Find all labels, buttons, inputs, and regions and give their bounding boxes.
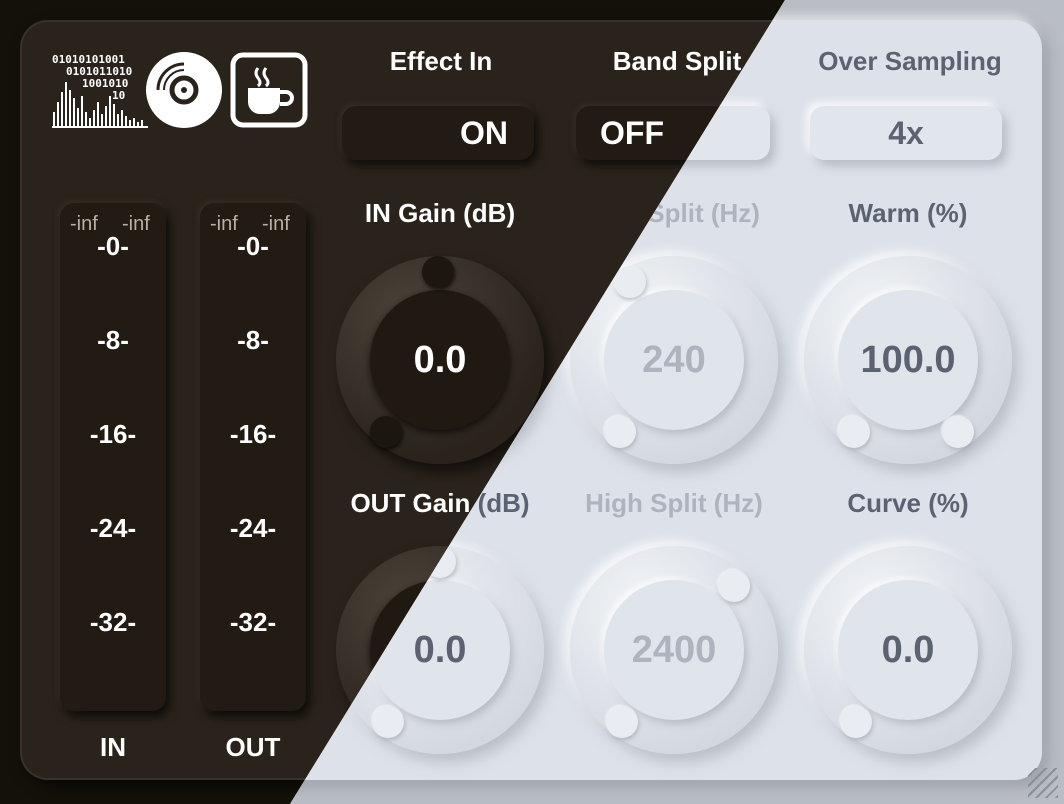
warm-knob[interactable]: 100.0 — [804, 256, 1012, 464]
warm-label: Warm (%) — [848, 198, 968, 228]
meter-tick: -8- — [237, 325, 269, 355]
curve-label: Curve (%) — [847, 488, 969, 518]
knob-indicator — [840, 706, 872, 738]
in-gain-knob[interactable]: 0.0 — [336, 256, 544, 464]
knob-min-marker — [604, 416, 636, 448]
meter-tick: -24- — [89, 513, 137, 543]
effect-in-label: Effect In — [389, 46, 493, 76]
curve-value: 0.0 — [881, 629, 935, 671]
knob-indicator — [718, 570, 750, 602]
meter-tick: -24- — [229, 513, 277, 543]
effect-in-value: ON — [460, 114, 508, 151]
in-meter: -inf -inf -0- -8- -16- -24- -32- — [60, 203, 166, 711]
curve-knob-core: 0.0 — [838, 580, 978, 720]
knob-min-marker — [606, 706, 638, 738]
over-sampling-value: 4x — [888, 114, 924, 151]
in-meter-label: IN — [100, 732, 126, 762]
low-split-knob-core: 240 — [604, 290, 744, 430]
high-split-value: 2400 — [631, 629, 717, 671]
in-gain-value: 0.0 — [413, 339, 467, 381]
band-split-value: OFF — [600, 114, 664, 151]
meter-tick: -32- — [229, 607, 277, 637]
high-split-knob-core: 2400 — [604, 580, 744, 720]
high-split-label: High Split (Hz) — [585, 488, 763, 518]
meter-tick: -0- — [237, 231, 269, 261]
resize-handle[interactable] — [1028, 768, 1058, 798]
knob-indicator — [614, 266, 646, 298]
meter-tick: -16- — [89, 419, 137, 449]
knob-indicator — [422, 256, 454, 288]
out-meter-label: OUT — [225, 732, 281, 762]
knob-min-marker — [370, 416, 402, 448]
low-split-value: 240 — [642, 339, 706, 381]
disc-icon — [144, 50, 224, 130]
high-split-knob[interactable]: 2400 — [570, 546, 778, 754]
knob-min-marker — [372, 706, 404, 738]
warm-value: 100.0 — [860, 339, 956, 381]
in-gain-knob-core: 0.0 — [370, 290, 510, 430]
meter-tick: -8- — [97, 325, 129, 355]
effect-in-button[interactable]: ON — [342, 106, 534, 160]
out-meter: -inf -inf -0- -8- -16- -24- -32- — [200, 203, 306, 711]
curve-knob[interactable]: 0.0 — [804, 546, 1012, 754]
meter-tick: -0- — [97, 231, 129, 261]
meter-tick: -32- — [89, 607, 137, 637]
binary-row: 10 — [112, 89, 125, 102]
over-sampling-label: Over Sampling — [818, 46, 1002, 76]
over-sampling-button[interactable]: 4x — [810, 106, 1002, 160]
coffee-icon[interactable] — [230, 52, 308, 128]
warm-knob-core: 100.0 — [838, 290, 978, 430]
in-gain-label: IN Gain (dB) — [364, 198, 516, 228]
knob-min-marker — [838, 416, 870, 448]
meter-tick: -16- — [229, 419, 277, 449]
knob-indicator — [942, 416, 974, 448]
